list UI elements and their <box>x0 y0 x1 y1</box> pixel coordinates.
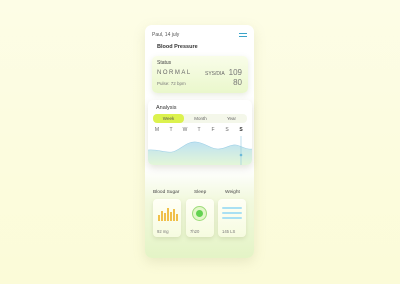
weekly-wave-chart <box>148 136 252 165</box>
sleep-label: Sleep <box>194 190 207 195</box>
day-wed[interactable]: W <box>180 127 190 133</box>
sugar-bars-icon <box>157 206 178 221</box>
day-thu[interactable]: T <box>194 127 204 133</box>
weekday-row: M T W T F S S <box>152 127 248 135</box>
pulse-value: Pulse: 72 bpm <box>157 81 186 86</box>
metrics-labels: Blood Sugar Sleep Weight <box>145 190 254 198</box>
weight-value: 145 LS <box>222 229 236 234</box>
tab-month[interactable]: Month <box>185 114 216 123</box>
analysis-card: Analysis Week Month Year M T W T F S S <box>148 100 252 165</box>
day-tue[interactable]: T <box>166 127 176 133</box>
wave-area <box>148 141 252 165</box>
sleep-ring-icon <box>192 206 207 221</box>
diastolic-value: 80 <box>233 78 242 87</box>
blood-sugar-value: 92 mg <box>157 229 169 234</box>
sleep-card[interactable]: 7h20 <box>186 199 214 237</box>
tab-year[interactable]: Year <box>216 114 247 123</box>
top-bar: Paul, 14 july <box>152 32 250 40</box>
blood-sugar-card[interactable]: 92 mg <box>153 199 181 237</box>
day-fri[interactable]: F <box>208 127 218 133</box>
blood-sugar-label: Blood Sugar <box>153 190 180 195</box>
day-sun[interactable]: S <box>236 127 246 133</box>
blood-pressure-title: Blood Pressure <box>157 44 198 50</box>
weight-card[interactable]: 145 LS <box>218 199 246 237</box>
status-label: Status <box>157 60 172 66</box>
user-date: Paul, 14 july <box>152 32 180 38</box>
tab-week[interactable]: Week <box>153 114 184 123</box>
period-tabs: Week Month Year <box>153 114 247 123</box>
weight-lines-icon <box>222 207 242 222</box>
sunday-marker-dot <box>239 153 243 157</box>
systolic-value: 109 <box>228 68 242 77</box>
sleep-value: 7h20 <box>190 229 200 234</box>
weight-label: Weight <box>225 190 240 195</box>
analysis-title: Analysis <box>156 105 177 111</box>
status-card[interactable]: Status NORMAL Pulse: 72 bpm SYS/DIA 109 … <box>152 56 248 93</box>
sys-dia-label: SYS/DIA <box>205 71 225 77</box>
menu-icon[interactable] <box>239 33 247 38</box>
status-value: NORMAL <box>157 70 192 76</box>
day-sat[interactable]: S <box>222 127 232 133</box>
day-mon[interactable]: M <box>152 127 162 133</box>
